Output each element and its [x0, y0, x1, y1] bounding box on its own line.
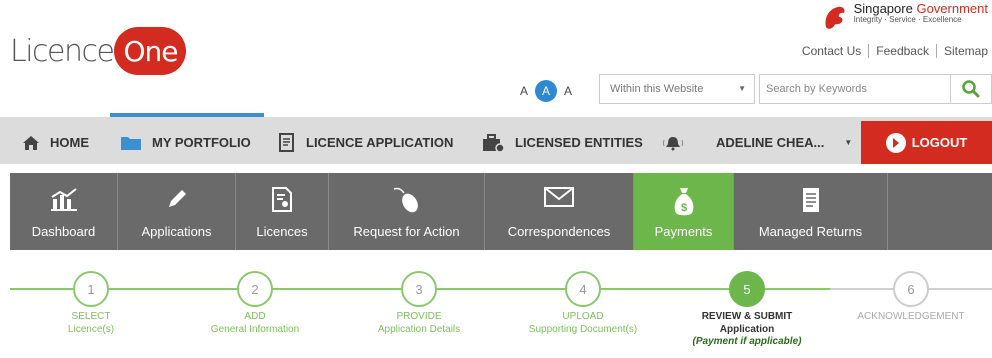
tile-licences[interactable]: Licences [236, 173, 329, 250]
step-5-circle: 5 [729, 271, 765, 307]
tile-payments-label: Payments [654, 224, 713, 239]
arrow-right-icon [885, 132, 906, 153]
certificate-icon [272, 187, 292, 212]
tile-payments[interactable]: $ Payments [634, 173, 734, 250]
utility-links: Contact Us Feedback Sitemap [795, 44, 992, 58]
folder-icon [121, 136, 141, 150]
main-nav: HOME MY PORTFOLIO LICENCE APPLICATION LI… [0, 117, 992, 164]
font-size-small[interactable]: A [520, 84, 528, 98]
singapore-government-brand: Singapore Government Integrity · Service… [820, 2, 988, 33]
nav-portfolio-label: MY PORTFOLIO [152, 135, 251, 150]
search-input[interactable] [759, 74, 951, 104]
dashboard-tiles: Dashboard Applications Licences Request … [10, 173, 992, 250]
mouse-icon [393, 187, 418, 213]
gov-title: Singapore Government [853, 1, 988, 16]
logout-label: LOGOUT [911, 135, 968, 150]
tile-applications-label: Applications [141, 224, 212, 239]
search-scope-select[interactable]: Within this Website ▼ [599, 74, 755, 104]
user-menu[interactable]: ADELINE CHEA... ▼ [716, 121, 852, 164]
search-scope-value: Within this Website [610, 83, 704, 95]
pencil-icon [168, 190, 186, 207]
licenceone-logo[interactable]: Licence One [10, 26, 187, 76]
chevron-down-icon: ▼ [738, 84, 746, 93]
tile-managed-returns-label: Managed Returns [758, 224, 863, 239]
home-icon [23, 135, 39, 150]
briefcase-icon [483, 133, 505, 153]
nav-licensed-entities[interactable]: LICENSED ENTITIES [481, 121, 643, 164]
search-icon [962, 80, 980, 98]
bar-chart-icon [50, 188, 77, 211]
tile-correspondences-label: Correspondences [507, 224, 611, 239]
envelope-icon [544, 187, 574, 207]
step-3-circle: 3 [401, 271, 437, 307]
logout-button[interactable]: LOGOUT [861, 121, 992, 164]
step-5-label: REVIEW & SUBMIT Application (Payment if ap… [692, 311, 802, 347]
step-3-label: PROVIDE Application Details [377, 311, 461, 335]
money-bag-icon: $ [674, 188, 693, 216]
chevron-down-icon: ▼ [844, 138, 853, 147]
font-size-large[interactable]: A [564, 84, 572, 98]
gov-tagline: Integrity · Service · Excellence [853, 14, 962, 24]
tile-request-for-action-label: Request for Action [353, 224, 460, 239]
step-2-label: ADD General Information [210, 311, 300, 335]
bell-icon [663, 136, 683, 150]
step-4-circle: 4 [565, 271, 601, 307]
nav-my-portfolio[interactable]: MY PORTFOLIO [120, 121, 251, 164]
contact-us-link[interactable]: Contact Us [795, 44, 870, 58]
logo-text: Licence [10, 33, 115, 69]
logo-badge: One [114, 27, 187, 75]
step-2-circle: 2 [237, 271, 273, 307]
nav-licensed-entities-label: LICENSED ENTITIES [515, 135, 643, 150]
font-size-controls: A A A [520, 80, 572, 102]
nav-home-label: HOME [50, 135, 89, 150]
tile-empty [888, 173, 992, 250]
notifications-button[interactable] [662, 121, 694, 164]
nav-home[interactable]: HOME [22, 121, 89, 164]
search-button[interactable] [950, 74, 992, 104]
document-icon [802, 188, 819, 212]
tile-dashboard[interactable]: Dashboard [10, 173, 118, 250]
tile-managed-returns[interactable]: Managed Returns [734, 173, 888, 250]
lion-head-icon [825, 6, 845, 29]
feedback-link[interactable]: Feedback [869, 44, 937, 58]
step-4-label: UPLOAD Supporting Document(s) [528, 311, 638, 335]
tile-licences-label: Licences [256, 224, 308, 239]
tile-applications[interactable]: Applications [118, 173, 236, 250]
step-1-label: SELECT Licence(s) [67, 311, 115, 335]
tile-request-for-action[interactable]: Request for Action [329, 173, 485, 250]
step-6-circle: 6 [893, 271, 929, 307]
svg-text:$: $ [680, 202, 686, 214]
tile-dashboard-label: Dashboard [31, 224, 96, 239]
step-1-circle: 1 [73, 271, 109, 307]
font-size-medium[interactable]: A [535, 80, 558, 102]
nav-licence-application[interactable]: LICENCE APPLICATION [278, 121, 453, 164]
user-name: ADELINE CHEA... [716, 135, 825, 150]
step-6-label: ACKNOWLEDGEMENT [857, 311, 965, 322]
nav-licence-application-label: LICENCE APPLICATION [306, 135, 454, 150]
tile-correspondences[interactable]: Correspondences [485, 173, 634, 250]
form-icon [279, 132, 294, 152]
sitemap-link[interactable]: Sitemap [937, 44, 992, 58]
